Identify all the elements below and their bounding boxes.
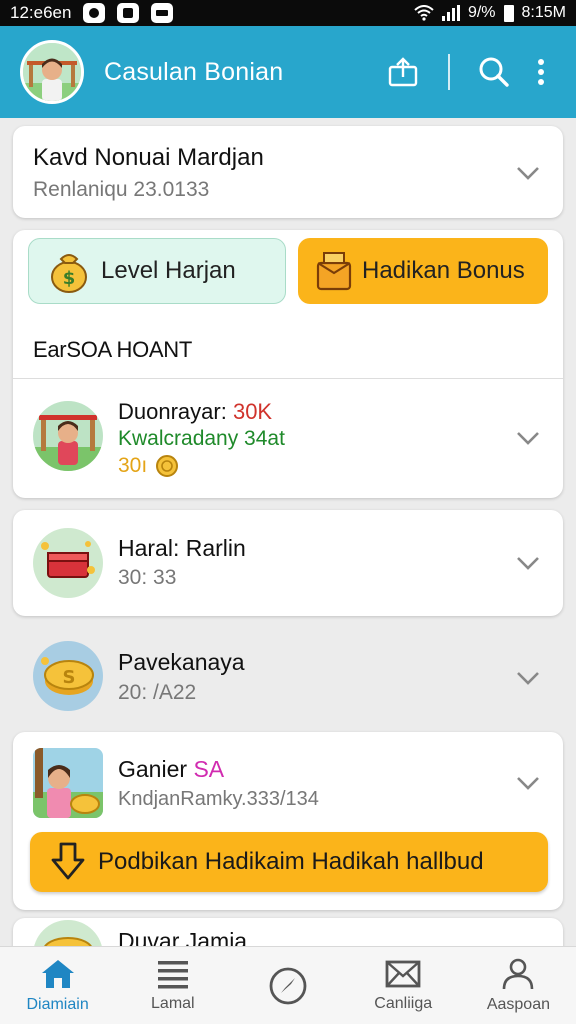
list-item[interactable]: S Pavekanaya 20: /A22 [13,625,563,725]
list-icon [157,960,188,988]
nav-item-profile[interactable]: Aaspoan [461,947,576,1024]
notification-app-icon [83,3,106,23]
section-heading: EarSOA HOANT [33,337,192,362]
profile-card[interactable]: Kavd Nonuai Mardjan Renlaniqu 23.0133 [13,126,563,218]
arrow-down-icon [51,842,85,880]
chevron-down-icon [517,672,539,685]
battery-icon [503,4,514,22]
level-button[interactable]: $ Level Harjan [28,238,286,304]
notification-camera-icon [117,3,140,23]
status-time-left: 12:e6en [10,3,72,22]
status-time-right: 8:15M [521,4,566,21]
item-subtitle: KndjanRamky.333/134 [118,788,319,810]
item-title-accent: 30K [232,399,273,424]
promo-label: Podbikan Hadikaim Hadikah hallbud [98,848,484,875]
item-title: Haral: Rarlin [118,535,246,561]
person-icon [503,958,534,989]
bonus-button[interactable]: Hadikan Bonus [298,238,548,304]
money-bag-icon: $ [51,254,87,293]
status-signal-text: 9/% [467,4,496,21]
gift-box-icon [33,528,103,598]
main-card: $ Level Harjan Hadikan Bonus EarSOA HOAN… [13,230,563,498]
nav-label: Lamal [151,994,195,1012]
item-title: Ganier SA [118,756,224,783]
search-icon[interactable] [470,48,518,96]
item-subtitle: 20: /A22 [118,681,197,704]
nav-item-messages[interactable]: Canliiga [346,947,461,1024]
list-item[interactable]: Ganier SA KndjanRamky.333/134 [13,732,563,826]
signal-icon [441,5,460,21]
more-vert-icon[interactable] [526,48,556,96]
share-icon[interactable] [380,48,428,96]
nav-label: Canliiga [374,994,433,1012]
profile-name: Kavd Nonuai Mardjan [33,144,264,171]
app-bar: Casulan Bonian [0,26,576,118]
chevron-down-icon [517,557,539,570]
nav-item-list[interactable]: Lamal [115,947,230,1024]
gift-box-icon [316,252,352,291]
home-icon [41,959,74,988]
app-bar-divider [448,54,450,90]
item-title-text: Duonrayar: [118,399,233,424]
chevron-down-icon [517,432,539,445]
promo-button[interactable]: Podbikan Hadikaim Hadikah hallbud [30,832,548,892]
item-coins-value: 30ı [118,454,148,477]
chevron-down-icon [517,777,539,790]
child-park-icon [33,401,103,471]
item-coins: 30ı [118,454,179,478]
status-bar: 12:e6en 9/% 8:15M [0,0,576,26]
svg-text:$: $ [63,268,76,289]
nav-label: Diamiain [26,995,89,1013]
coin-icon [156,455,179,477]
chevron-down-icon [517,167,539,180]
nav-item-explore[interactable] [230,947,345,1024]
featured-card: Ganier SA KndjanRamky.333/134 Podbikan H… [13,732,563,910]
notification-message-icon [151,3,174,23]
item-title: Pavekanaya [118,649,245,675]
item-subtitle: 30: 33 [118,566,177,589]
profile-subtitle: Renlaniqu 23.0133 [33,178,210,201]
mail-icon [385,960,421,987]
nav-item-home[interactable]: Diamiain [0,947,115,1024]
level-label: Level Harjan [101,257,236,284]
compass-icon [269,967,307,1004]
avatar[interactable] [20,40,84,104]
app-title: Casulan Bonian [104,57,284,86]
wifi-icon [414,5,434,21]
item-title-accent: SA [193,756,225,782]
list-item[interactable]: Haral: Rarlin 30: 33 [13,510,563,616]
item-subtitle: Kwalcradany 34at [118,427,285,450]
nav-label: Aaspoan [486,995,550,1013]
item-title-text: Ganier [118,756,194,782]
girl-coins-icon [33,748,103,818]
bottom-nav: Diamiain Lamal Canliiga Aaspoan [0,946,576,1024]
bonus-label: Hadikan Bonus [362,257,525,284]
item-title: Duonrayar: 30K [118,399,272,425]
svg-text:S: S [63,667,76,688]
list-item[interactable]: Duonrayar: 30K Kwalcradany 34at 30ı [13,379,563,498]
coin-icon: S [33,641,103,711]
